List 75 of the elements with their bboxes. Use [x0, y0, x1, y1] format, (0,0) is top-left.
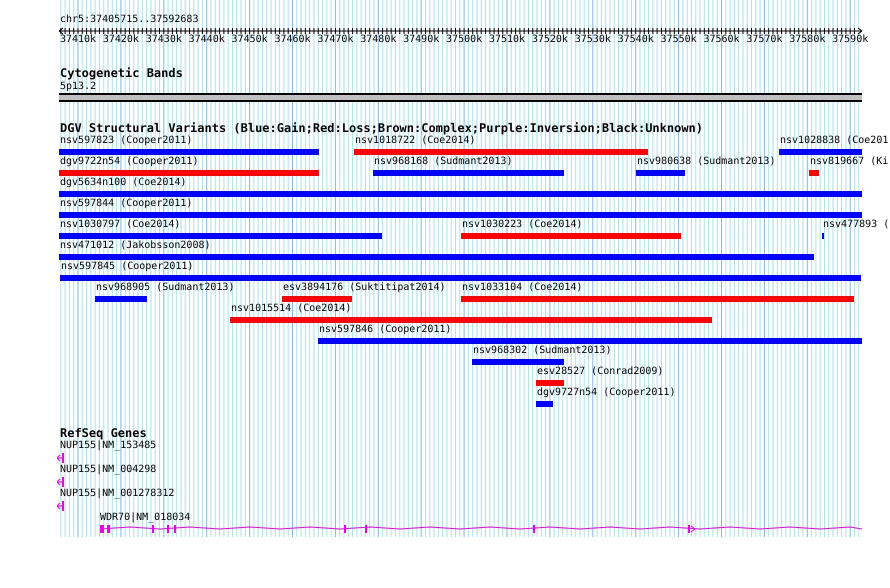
track-title: RefSeq Genes	[60, 427, 147, 440]
variant-label: dgv9727n54 (Cooper2011)	[537, 387, 676, 399]
gene-label: NUP155|NM_001278312	[60, 488, 174, 500]
variant-label: nsv968168 (Sudmant2013)	[374, 156, 512, 168]
ruler-tick-label: 37410k	[60, 34, 96, 46]
band-label: 5p13.2	[60, 80, 96, 93]
variant-label: nsv1030797 (Coe2014)	[60, 219, 180, 231]
ruler-tick-label: 37540k	[618, 34, 654, 46]
variant-label: nsv1028838 (Coe201	[780, 135, 888, 147]
ruler-tick-label: 37520k	[532, 34, 568, 46]
ruler-tick-label: 37500k	[446, 34, 482, 46]
gene-label: NUP155|NM_153485	[60, 440, 156, 452]
gene-model-drawing[interactable]	[57, 453, 65, 463]
variant-bar[interactable]	[59, 254, 814, 260]
ruler-tick-label: 37420k	[102, 34, 139, 46]
ruler-tick-label: 37490k	[403, 34, 440, 46]
track-title: DGV Structural Variants (Blue:Gain;Red:Loss;Brown:Complex;Purple:Inversion;Black:Unknown)	[60, 122, 703, 135]
variant-label: nsv471012 (Jakobsson2008)	[60, 240, 211, 252]
variant-label: esv3894176 (Suktitipat2014)	[283, 282, 446, 294]
variant-bar[interactable]	[59, 149, 319, 155]
variant-label: nsv477893 (	[823, 219, 890, 231]
variant-label: nsv1018722 (Coe2014)	[355, 135, 476, 147]
variant-bar[interactable]	[636, 170, 685, 176]
variant-label: nsv968302 (Sudmant2013)	[473, 345, 612, 357]
variant-bar[interactable]	[59, 212, 862, 218]
gene-model-drawing[interactable]	[57, 501, 65, 511]
variant-label: nsv1015514 (Coe2014)	[231, 303, 352, 315]
variant-label: nsv597844 (Cooper2011)	[60, 198, 192, 210]
variant-bar[interactable]	[461, 233, 681, 239]
variant-label: esv28527 (Conrad2009)	[537, 366, 664, 378]
ruler-tick-label: 37580k	[789, 34, 826, 46]
ruler-tick-label: 37430k	[146, 34, 182, 46]
variant-bar[interactable]	[461, 296, 854, 302]
variant-bar[interactable]	[318, 338, 862, 344]
variant-bar[interactable]	[95, 296, 147, 302]
variant-label: nsv980638 (Sudmant2013)	[637, 156, 776, 168]
variant-label: nsv1030223 (Coe2014)	[462, 219, 582, 231]
variant-label: nsv597845 (Cooper2011)	[61, 261, 194, 273]
ruler-tick-label: 37550k	[660, 34, 697, 46]
variant-label: nsv1033104 (Coe2014)	[462, 282, 582, 294]
ruler-tick-label: 37460k	[274, 34, 311, 46]
variant-bar[interactable]	[60, 275, 861, 281]
ruler-tick-label: 37590k	[832, 34, 868, 46]
position-label: chr5:37405715..37592683	[60, 14, 198, 26]
variant-label: nsv597846 (Cooper2011)	[319, 324, 452, 336]
ruler-tick-label: 37560k	[703, 34, 740, 46]
variant-bar[interactable]	[59, 233, 382, 239]
variant-label: nsv597823 (Cooper2011)	[60, 135, 192, 147]
ruler-tick-label: 37440k	[188, 34, 225, 46]
variant-bar[interactable]	[230, 317, 712, 323]
variant-bar[interactable]	[809, 170, 819, 176]
variant-bar[interactable]	[779, 149, 862, 155]
gene-label: NUP155|NM_004298	[60, 464, 156, 476]
variant-bar[interactable]	[373, 170, 564, 176]
ruler-tick-label: 37530k	[574, 34, 611, 46]
variant-label: nsv968905 (Sudmant2013)	[96, 282, 234, 294]
ruler-tick-label: 37570k	[746, 34, 782, 46]
variant-bar[interactable]	[282, 296, 352, 302]
variant-label: dgv9722n54 (Cooper2011)	[60, 156, 198, 168]
variant-bar[interactable]	[472, 359, 564, 365]
gene-label: WDR70|NM_018034	[100, 512, 190, 524]
variant-bar[interactable]	[536, 380, 564, 386]
ruler-tick-label: 37470k	[317, 34, 354, 46]
variant-label: nsv819667 (Ki	[810, 156, 888, 168]
gene-model-drawing[interactable]	[100, 524, 862, 534]
ruler-tick-label: 37450k	[232, 34, 268, 46]
variant-bar[interactable]	[536, 401, 553, 407]
gene-model-drawing[interactable]	[57, 477, 65, 487]
variant-label: dgv5634n100 (Coe2014)	[60, 177, 186, 189]
ruler-tick-label: 37510k	[488, 34, 526, 46]
ruler-tick-label: 37480k	[360, 34, 396, 46]
variant-bar[interactable]	[59, 191, 862, 197]
variant-bar[interactable]	[59, 170, 319, 176]
track-title: Cytogenetic Bands	[60, 67, 183, 80]
variant-bar[interactable]	[354, 149, 648, 155]
